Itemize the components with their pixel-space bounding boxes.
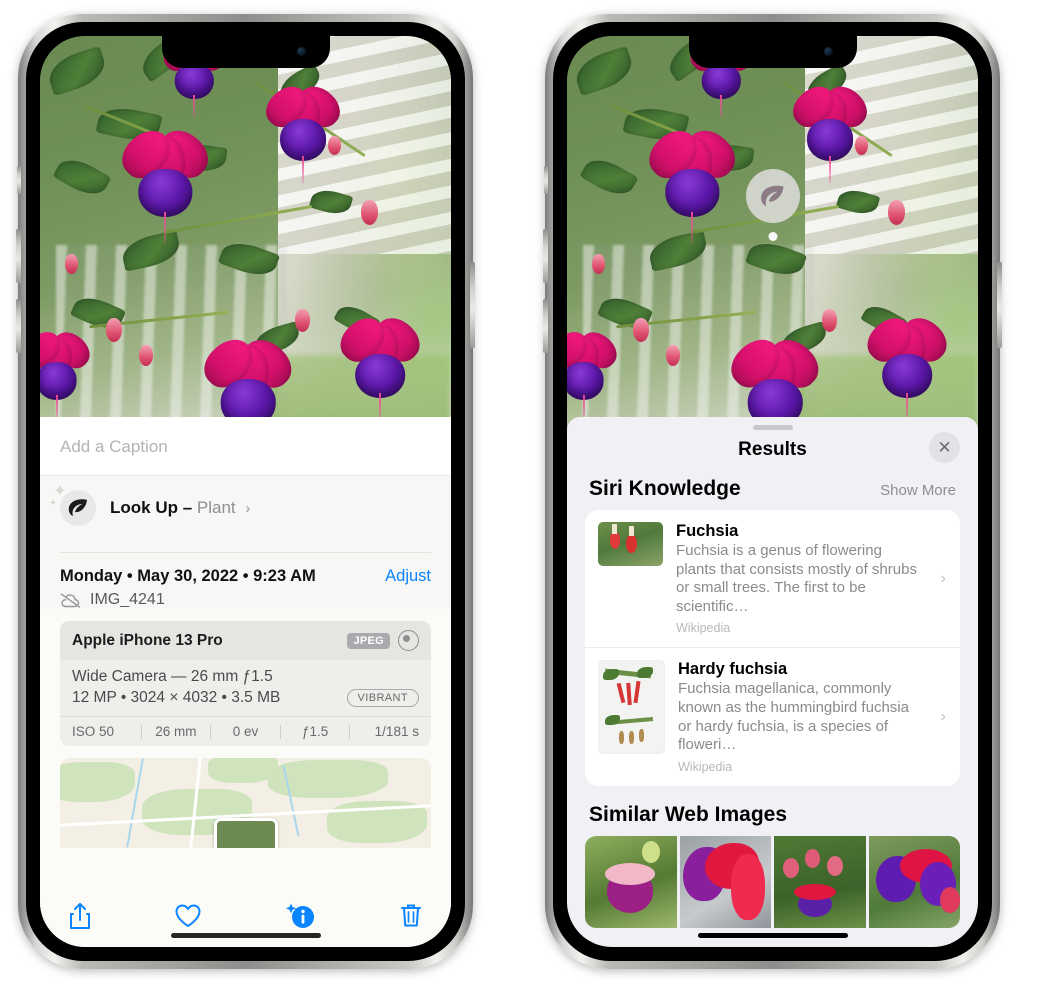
fuchsia-bloom — [259, 78, 348, 184]
web-image-4[interactable] — [868, 835, 960, 928]
result-thumbnail — [598, 522, 663, 566]
leaf-glyph — [68, 499, 87, 516]
leaf-icon — [761, 185, 784, 206]
home-indicator[interactable] — [697, 933, 848, 938]
show-more-button[interactable]: Show More — [880, 482, 956, 499]
list-item[interactable]: Hardy fuchsia Fuchsia magellanica, commo… — [585, 647, 960, 785]
fuchsia-bloom — [567, 325, 624, 420]
phone-bezel: Results ✕ Siri Knowledge Show More Fuchs… — [553, 22, 992, 961]
device-name: Apple iPhone 13 Pro — [72, 631, 223, 649]
result-title: Fuchsia — [676, 522, 739, 540]
fuchsia-bloom — [114, 121, 216, 243]
stat-iso: ISO 50 — [72, 724, 115, 739]
share-icon[interactable] — [68, 901, 92, 931]
result-text: Fuchsia Fuchsia is a genus of flowering … — [676, 522, 924, 635]
result-description: Fuchsia magellanica, commonly known as t… — [678, 680, 909, 754]
fuchsia-bloom — [786, 78, 875, 184]
power-button[interactable] — [997, 262, 1002, 348]
result-description: Fuchsia is a genus of flowering plants t… — [676, 542, 917, 615]
power-button[interactable] — [470, 262, 475, 348]
iphone-right: Results ✕ Siri Knowledge Show More Fuchs… — [543, 14, 1002, 969]
results-header: Results ✕ — [567, 430, 978, 477]
siri-knowledge-header: Siri Knowledge Show More — [567, 477, 978, 510]
photo-info-sheet: Add a Caption ✦ ✦ Look Up – Plant › Mond… — [40, 417, 451, 947]
visual-look-up-anchor-dot — [768, 232, 777, 241]
exif-card[interactable]: Apple iPhone 13 Pro JPEG Wide Camera — 2… — [60, 621, 431, 746]
fuchsia-bloom — [641, 121, 743, 243]
format-badge: JPEG — [347, 632, 390, 649]
result-text: Hardy fuchsia Fuchsia magellanica, commo… — [678, 660, 924, 773]
similar-web-images-strip — [585, 835, 960, 928]
stat-aperture: ƒ1.5 — [301, 724, 329, 739]
volume-up-button[interactable] — [16, 229, 21, 283]
stat-focal: 26 mm — [155, 724, 197, 739]
visual-look-up-badge[interactable] — [745, 169, 800, 223]
exif-stats: ISO 50 26 mm 0 ev ƒ1.5 1/181 s — [60, 716, 431, 746]
list-item[interactable]: Fuchsia Fuchsia is a genus of flowering … — [585, 510, 960, 647]
phone-screen-right: Results ✕ Siri Knowledge Show More Fuchs… — [567, 36, 978, 947]
front-camera — [296, 47, 306, 56]
home-indicator[interactable] — [170, 933, 321, 938]
web-image-3[interactable] — [774, 835, 866, 928]
info-sparkle-icon[interactable] — [283, 901, 317, 931]
result-source: Wikipedia — [678, 759, 733, 774]
volume-down-button[interactable] — [16, 299, 21, 353]
iphone-left: Add a Caption ✦ ✦ Look Up – Plant › Mond… — [16, 14, 475, 969]
look-up-action: Look Up – — [110, 498, 193, 517]
raw-circle-icon — [398, 630, 419, 651]
web-image-2[interactable] — [679, 835, 771, 928]
fuchsia-bloom — [859, 309, 955, 423]
fuchsia-bloom — [40, 325, 97, 420]
notch — [688, 36, 857, 68]
mute-switch[interactable] — [544, 166, 548, 194]
photo-date: Monday • May 30, 2022 • 9:23 AM — [60, 567, 316, 585]
adjust-button[interactable]: Adjust — [385, 567, 431, 586]
notch — [161, 36, 330, 68]
location-map[interactable] — [60, 758, 431, 848]
screenshot-root: Add a Caption ✦ ✦ Look Up – Plant › Mond… — [0, 0, 1055, 985]
volume-down-button[interactable] — [543, 299, 548, 353]
results-title: Results — [738, 439, 807, 460]
front-camera — [823, 47, 833, 56]
stat-shutter: 1/181 s — [374, 724, 419, 739]
result-title: Hardy fuchsia — [678, 660, 788, 679]
photo-metadata: Monday • May 30, 2022 • 9:23 AM Adjust I… — [40, 542, 451, 609]
size-info: 12 MP • 3024 × 4032 • 3.5 MB — [72, 689, 281, 706]
photo-filename: IMG_4241 — [90, 591, 165, 608]
phone-screen-left: Add a Caption ✦ ✦ Look Up – Plant › Mond… — [40, 36, 451, 947]
trash-icon[interactable] — [399, 902, 423, 930]
phone-bezel: Add a Caption ✦ ✦ Look Up – Plant › Mond… — [26, 22, 465, 961]
cloud-slash-icon — [60, 592, 81, 608]
heart-icon[interactable] — [174, 903, 202, 929]
close-icon[interactable]: ✕ — [929, 432, 960, 463]
result-source: Wikipedia — [676, 621, 731, 636]
siri-knowledge-cards: Fuchsia Fuchsia is a genus of flowering … — [585, 510, 960, 786]
look-up-subject: Plant — [196, 498, 236, 517]
siri-knowledge-title: Siri Knowledge — [589, 477, 741, 500]
result-thumbnail — [598, 660, 665, 755]
lens-info: Wide Camera — 26 mm ƒ1.5 — [72, 668, 273, 685]
chevron-right-icon: › — [940, 569, 946, 587]
similar-web-images-title: Similar Web Images — [589, 802, 788, 826]
volume-up-button[interactable] — [543, 229, 548, 283]
fuchsia-bloom — [332, 309, 428, 423]
look-up-row[interactable]: ✦ ✦ Look Up – Plant › — [40, 475, 451, 542]
stat-ev: 0 ev — [232, 724, 259, 739]
look-up-label: Look Up – Plant › — [110, 498, 250, 518]
chevron-right-icon: › — [245, 500, 251, 517]
results-panel: Results ✕ Siri Knowledge Show More Fuchs… — [567, 417, 978, 947]
leaf-icon: ✦ ✦ — [49, 484, 96, 526]
sparkle-icon-small: ✦ — [49, 498, 58, 509]
chevron-right-icon: › — [940, 708, 946, 726]
style-badge: VIBRANT — [346, 689, 419, 707]
map-photo-pin — [213, 818, 278, 848]
web-image-1[interactable] — [585, 835, 677, 928]
caption-input[interactable]: Add a Caption — [40, 417, 451, 475]
mute-switch[interactable] — [17, 166, 21, 194]
